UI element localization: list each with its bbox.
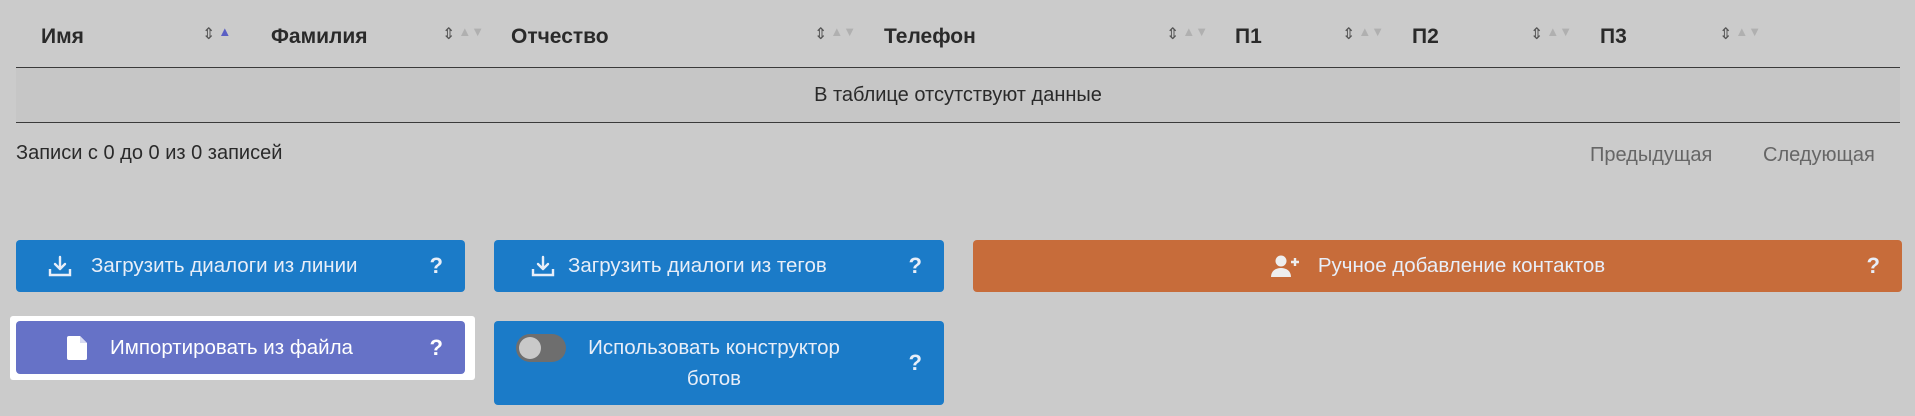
records-info: Записи с 0 до 0 из 0 записей: [16, 142, 283, 164]
help-icon[interactable]: ?: [909, 350, 922, 376]
sort-control-p3[interactable]: ⇕ ▲▼: [1719, 24, 1761, 44]
sort-both-icon: ▲▼: [1546, 24, 1573, 39]
import-from-file-button[interactable]: Импортировать из файла ?: [16, 321, 465, 374]
manual-add-contacts-button[interactable]: Ручное добавление контактов ?: [973, 240, 1902, 292]
download-icon: [47, 253, 73, 279]
download-icon: [530, 253, 556, 279]
sort-updown-icon: ⇕: [1530, 26, 1544, 43]
help-icon[interactable]: ?: [430, 335, 443, 361]
button-label: Ручное добавление контактов: [1317, 254, 1606, 277]
sort-updown-icon: ⇕: [1719, 26, 1733, 43]
sort-both-icon: ▲▼: [458, 24, 485, 39]
column-label: П2: [1412, 25, 1439, 48]
load-dialogs-from-tags-button[interactable]: Загрузить диалоги из тегов ?: [494, 240, 944, 292]
column-header-patronymic[interactable]: Отчество: [511, 0, 609, 67]
column-header-p3[interactable]: П3: [1600, 0, 1627, 67]
column-label: Имя: [41, 25, 84, 48]
column-label: П1: [1235, 25, 1262, 48]
column-header-name[interactable]: Имя: [41, 0, 84, 67]
column-label: Телефон: [884, 25, 976, 48]
use-bot-constructor-panel: Использовать конструктор ботов ?: [494, 321, 944, 405]
sort-control-p2[interactable]: ⇕ ▲▼: [1530, 24, 1572, 44]
sort-both-icon: ▲▼: [1182, 24, 1209, 39]
sort-control-patronymic[interactable]: ⇕ ▲▼: [814, 24, 856, 44]
sort-both-icon: ▲▼: [1735, 24, 1762, 39]
bot-constructor-toggle[interactable]: [516, 334, 566, 362]
sort-updown-icon: ⇕: [1166, 26, 1180, 43]
toggle-label-line: ботов: [686, 367, 742, 390]
empty-table-row: В таблице отсутствуют данные: [16, 68, 1900, 123]
sort-both-icon: ▲▼: [1358, 24, 1385, 39]
file-icon: [64, 335, 90, 361]
column-header-surname[interactable]: Фамилия: [271, 0, 368, 67]
load-dialogs-from-line-button[interactable]: Загрузить диалоги из линии ?: [16, 240, 465, 292]
help-icon[interactable]: ?: [430, 253, 443, 279]
table-header: Имя ⇕ ▲ Фамилия ⇕ ▲▼ Отчество ⇕ ▲▼ Телефон …: [16, 0, 1900, 68]
column-label: Отчество: [511, 25, 609, 48]
button-label: Импортировать из файла: [110, 335, 353, 359]
pagination-previous[interactable]: Предыдущая: [1590, 144, 1712, 167]
sort-both-icon: ▲▼: [830, 24, 857, 39]
sort-updown-icon: ⇕: [1342, 26, 1356, 43]
user-plus-icon: [1270, 253, 1302, 279]
sort-control-phone[interactable]: ⇕ ▲▼: [1166, 24, 1208, 44]
sort-control-p1[interactable]: ⇕ ▲▼: [1342, 24, 1384, 44]
toggle-label-line: Использовать конструктор: [588, 336, 840, 359]
column-label: П3: [1600, 25, 1627, 48]
column-header-p2[interactable]: П2: [1412, 0, 1439, 67]
sort-updown-icon: ⇕: [814, 26, 828, 43]
sort-updown-icon: ⇕: [442, 26, 456, 43]
button-label: Загрузить диалоги из линии: [91, 254, 358, 277]
contacts-table: Имя ⇕ ▲ Фамилия ⇕ ▲▼ Отчество ⇕ ▲▼ Телефон …: [16, 0, 1900, 123]
column-label: Фамилия: [271, 25, 368, 48]
sort-updown-icon: ⇕: [202, 26, 216, 43]
column-header-phone[interactable]: Телефон: [884, 0, 976, 67]
help-icon[interactable]: ?: [909, 253, 922, 279]
sort-control-name[interactable]: ⇕ ▲: [202, 24, 231, 44]
button-label: Загрузить диалоги из тегов: [568, 254, 827, 277]
help-icon[interactable]: ?: [1867, 253, 1880, 279]
empty-message: В таблице отсутствуют данные: [814, 83, 1102, 106]
toggle-label: Использовать конструктор ботов: [574, 332, 854, 394]
sort-asc-icon: ▲: [218, 24, 232, 39]
sort-control-surname[interactable]: ⇕ ▲▼: [442, 24, 484, 44]
column-header-p1[interactable]: П1: [1235, 0, 1262, 67]
pagination-next[interactable]: Следующая: [1763, 144, 1875, 167]
